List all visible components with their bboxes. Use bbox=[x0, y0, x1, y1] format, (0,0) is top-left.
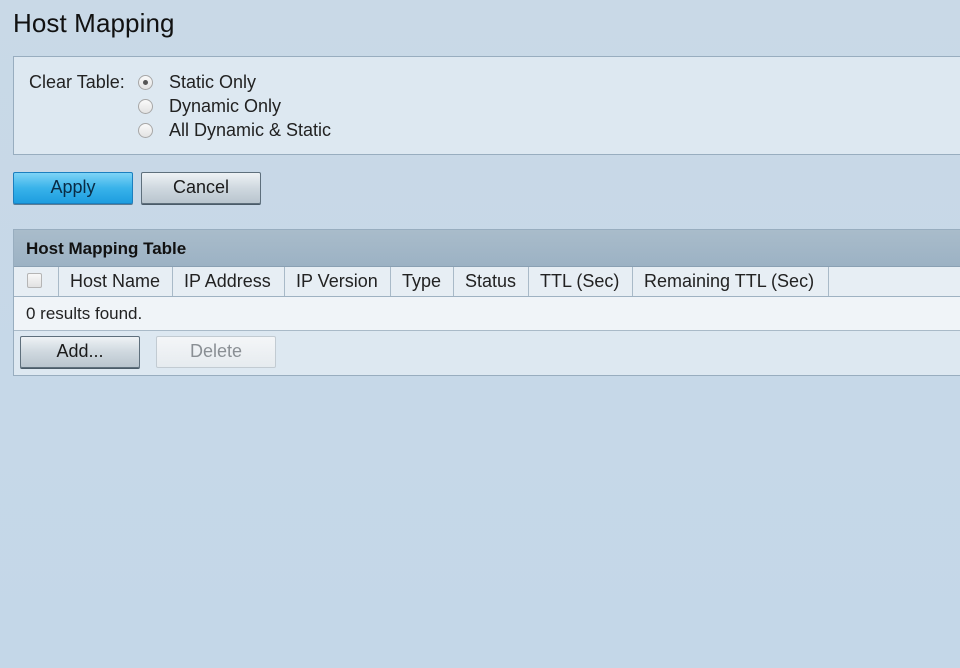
static-only-radio[interactable] bbox=[138, 74, 153, 90]
clear-table-panel: Clear Table: Static Only Dynamic Only Al… bbox=[13, 56, 960, 155]
add-button[interactable]: Add... bbox=[20, 336, 140, 368]
table-caption: Host Mapping Table bbox=[26, 239, 187, 258]
dynamic-only-radio[interactable] bbox=[138, 98, 153, 114]
column-header-remaining-ttl[interactable]: Remaining TTL (Sec) bbox=[633, 267, 829, 296]
column-header-ip-version[interactable]: IP Version bbox=[285, 267, 391, 296]
host-mapping-table: Host Mapping Table Host Name IP Address … bbox=[13, 229, 960, 376]
table-header-row: Host Name IP Address IP Version Type Sta… bbox=[14, 267, 960, 297]
radio-option-all-dynamic-static[interactable]: All Dynamic & Static bbox=[138, 119, 331, 141]
results-count-text: 0 results found. bbox=[26, 304, 143, 323]
static-only-label[interactable]: Static Only bbox=[169, 72, 256, 93]
apply-button[interactable]: Apply bbox=[13, 172, 133, 204]
all-dynamic-static-radio[interactable] bbox=[138, 122, 153, 138]
page-title: Host Mapping bbox=[13, 8, 175, 38]
column-header-status[interactable]: Status bbox=[454, 267, 529, 296]
select-all-header bbox=[14, 267, 59, 296]
radio-option-static-only[interactable]: Static Only bbox=[138, 71, 256, 93]
cancel-button[interactable]: Cancel bbox=[141, 172, 261, 204]
clear-table-label: Clear Table: bbox=[29, 72, 125, 92]
column-header-ttl[interactable]: TTL (Sec) bbox=[529, 267, 633, 296]
radio-option-dynamic-only[interactable]: Dynamic Only bbox=[138, 95, 281, 117]
delete-button: Delete bbox=[156, 336, 276, 368]
results-row: 0 results found. bbox=[14, 297, 960, 331]
column-header-ip-address[interactable]: IP Address bbox=[173, 267, 285, 296]
table-caption-bar: Host Mapping Table bbox=[14, 230, 960, 267]
column-header-type[interactable]: Type bbox=[391, 267, 454, 296]
all-dynamic-static-label[interactable]: All Dynamic & Static bbox=[169, 120, 331, 141]
column-header-host-name[interactable]: Host Name bbox=[59, 267, 173, 296]
select-all-checkbox[interactable] bbox=[27, 273, 42, 288]
dynamic-only-label[interactable]: Dynamic Only bbox=[169, 96, 281, 117]
